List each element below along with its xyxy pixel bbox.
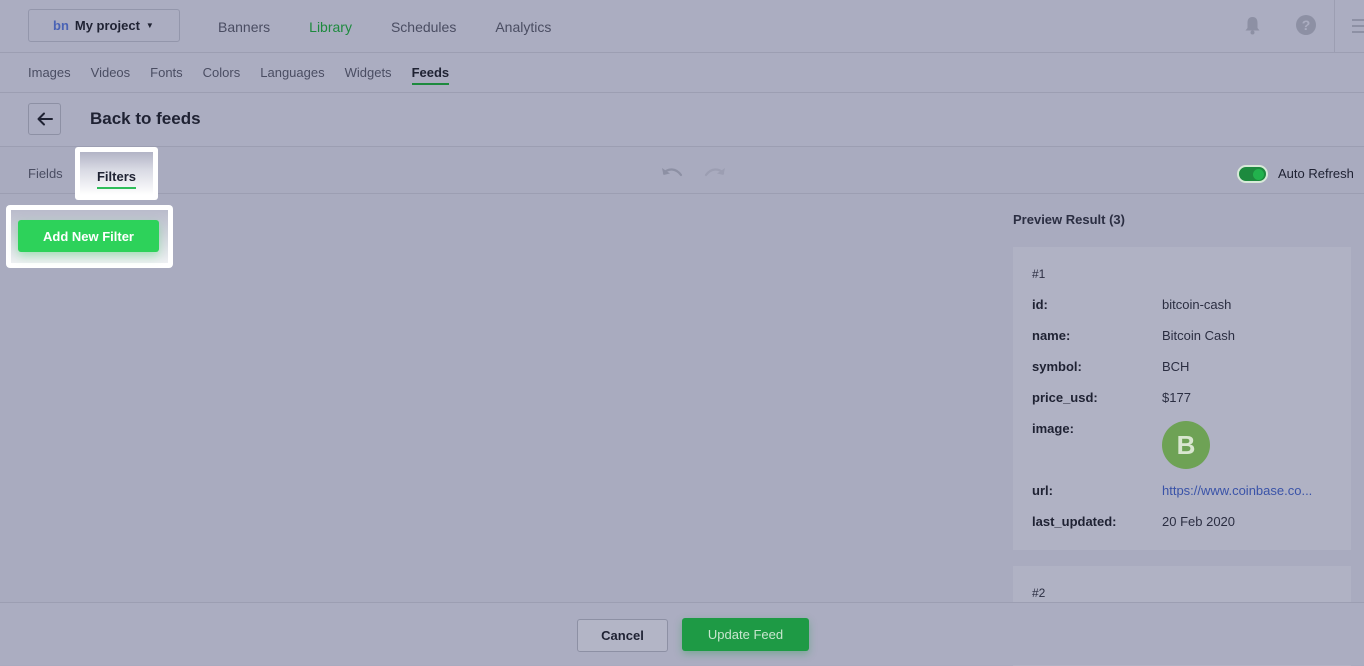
field-value: $177 (1162, 390, 1191, 405)
caret-down-icon: ▼ (145, 21, 154, 30)
field-key: url: (1032, 483, 1053, 498)
nav-analytics[interactable]: Analytics (495, 19, 551, 35)
subnav-fonts[interactable]: Fonts (150, 65, 183, 80)
main-nav: Banners Library Schedules Analytics (218, 0, 590, 53)
subnav-feeds[interactable]: Feeds (411, 65, 449, 85)
top-bar: bn My project ▼ Banners Library Schedule… (0, 0, 1364, 53)
tab-fields[interactable]: Fields (28, 166, 63, 181)
back-button[interactable] (28, 103, 61, 135)
preview-title: Preview Result (3) (1013, 212, 1125, 227)
field-key: price_usd: (1032, 390, 1098, 405)
field-key: name: (1032, 328, 1071, 343)
add-new-filter-button[interactable]: Add New Filter (18, 220, 159, 252)
field-key: id: (1032, 297, 1048, 312)
field-value: bitcoin-cash (1162, 297, 1232, 312)
redo-icon[interactable] (704, 167, 726, 181)
field-value: Bitcoin Cash (1162, 328, 1235, 343)
field-key: image: (1032, 421, 1074, 436)
card-number: #1 (1032, 267, 1046, 281)
nav-library[interactable]: Library (309, 19, 352, 35)
footer-bar: Cancel Update Feed (0, 602, 1364, 665)
auto-refresh-label: Auto Refresh (1278, 166, 1354, 181)
nav-banners[interactable]: Banners (218, 19, 270, 35)
field-key: last_updated: (1032, 514, 1117, 529)
divider (1334, 0, 1335, 53)
add-filter-highlight: Add New Filter (6, 205, 173, 268)
nav-schedules[interactable]: Schedules (391, 19, 456, 35)
subnav-images[interactable]: Images (28, 65, 71, 80)
bitcoin-cash-icon: B (1162, 421, 1210, 469)
subnav-widgets[interactable]: Widgets (345, 65, 392, 80)
help-icon[interactable]: ? (1296, 15, 1316, 35)
subnav-videos[interactable]: Videos (91, 65, 131, 80)
back-bar: Back to feeds (0, 93, 1364, 147)
undo-icon[interactable] (661, 167, 683, 181)
library-subnav: Images Videos Fonts Colors Languages Wid… (0, 53, 1364, 93)
project-selector[interactable]: bn My project ▼ (28, 9, 180, 42)
tab-filters-highlight: Filters (75, 147, 158, 200)
field-value: 20 Feb 2020 (1162, 514, 1236, 529)
brand-logo: bn (53, 18, 69, 33)
field-key: symbol: (1032, 359, 1082, 374)
cancel-button[interactable]: Cancel (577, 619, 668, 652)
bell-icon[interactable] (1244, 16, 1261, 35)
tab-filters-label: Filters (96, 169, 137, 189)
subnav-languages[interactable]: Languages (260, 65, 324, 80)
page-title: Back to feeds (90, 109, 201, 128)
field-value: BCH (1162, 359, 1190, 374)
url-link[interactable]: https://www.coinbase.co... (1162, 483, 1312, 498)
subnav-colors[interactable]: Colors (203, 65, 241, 80)
coin-glyph: B (1176, 429, 1196, 460)
arrow-left-icon (37, 112, 53, 126)
toggle-knob (1253, 169, 1264, 180)
preview-card: #1 id: bitcoin-cash name: Bitcoin Cash s… (1013, 247, 1351, 550)
project-name: My project (74, 18, 140, 33)
tabs-bar: Fields Filters Auto Refresh (0, 147, 1364, 200)
auto-refresh-toggle[interactable] (1237, 165, 1268, 183)
tab-filters[interactable]: Filters (80, 152, 153, 195)
card-number: #2 (1032, 586, 1046, 600)
add-filter-area: Add New Filter (11, 210, 168, 263)
update-feed-button[interactable]: Update Feed (682, 618, 809, 651)
menu-icon[interactable] (1352, 19, 1364, 33)
